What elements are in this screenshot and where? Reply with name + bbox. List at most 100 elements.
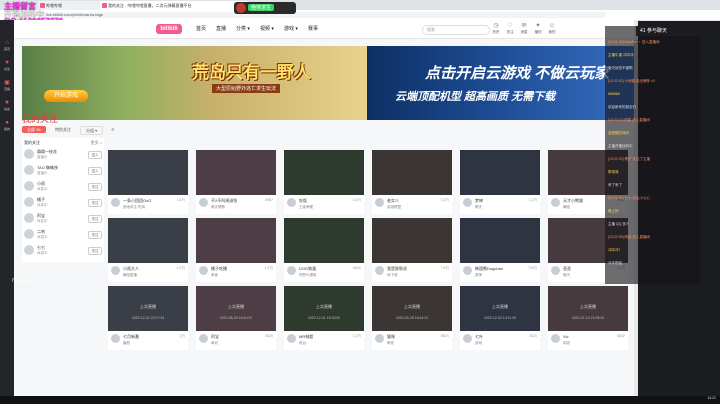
follow-action-button[interactable]: 关注 <box>88 247 102 255</box>
streamer-name[interactable]: 七月新番 <box>123 334 139 340</box>
avatar[interactable] <box>463 266 472 275</box>
start-game-button[interactable]: 开始游戏 <box>44 90 88 102</box>
settings-icon[interactable]: ⚙ <box>106 126 120 133</box>
live-thumbnail[interactable] <box>196 218 276 263</box>
nav-link-category[interactable]: 分类 ▾ <box>236 25 250 32</box>
streamer-name[interactable]: 天才小熊猫 <box>563 198 583 204</box>
live-card[interactable]: 橘子吃播 1.1万 美食 <box>196 218 276 282</box>
live-thumbnail[interactable]: 上次直播 2020-09-28 18:44:21 <box>372 286 452 331</box>
live-thumbnail[interactable] <box>284 218 364 263</box>
nav-link-video[interactable]: 视频 ▾ <box>260 25 274 32</box>
nav-follow[interactable]: ♡ 关注 <box>504 23 516 35</box>
avatar[interactable] <box>551 266 560 275</box>
rail-item-follow[interactable]: ♥ 关注 <box>1 60 13 74</box>
follow-list-more[interactable]: 更多 > <box>91 140 102 146</box>
browser-tab-active[interactable]: 我的关注 - 哔哩哔哩直播，二次元弹幕直播平台 <box>100 1 248 10</box>
avatar[interactable] <box>287 266 296 275</box>
follow-item[interactable]: 小雨 休息中 关注 <box>24 180 102 194</box>
nav-link-esports[interactable]: 赛事 <box>308 25 318 32</box>
live-card[interactable]: 一条小团团OvO 1.4万 绝地求生 吃鸡 <box>108 150 188 214</box>
avatar[interactable] <box>199 266 208 275</box>
avatar[interactable] <box>287 198 296 207</box>
banner-survival-game[interactable]: 荒岛只有一野人 大型原始野外逃亡求生玩法 开始游戏 <box>22 46 367 120</box>
avatar[interactable] <box>199 334 208 343</box>
follow-item[interactable]: 璐璐一枝花 直播中 进入 <box>24 148 102 162</box>
live-card[interactable]: 小雨大人 2.2万 舞蹈直播 <box>108 218 188 282</box>
search-input[interactable]: 搜索 <box>422 25 490 35</box>
follow-action-button[interactable]: 进入 <box>88 151 102 159</box>
nav-gift[interactable]: ✦ 福利 <box>532 23 544 35</box>
streamer-name[interactable]: 猫咪 <box>387 334 395 340</box>
live-card[interactable]: 上次直播 2020-09-28 18:44:21 猫咪 8821 萌宠 <box>372 286 452 350</box>
chat-header[interactable]: 41 参与聊天 <box>636 26 704 36</box>
streamer-name[interactable]: 阿宝 <box>211 334 219 340</box>
rail-item-me[interactable]: ● 我的 <box>1 120 13 134</box>
live-thumbnail[interactable]: 上次直播 2020-12-01 15:33:52 <box>284 286 364 331</box>
live-thumbnail[interactable] <box>108 218 188 263</box>
live-card[interactable]: 上次直播 2020-12-02 23:27:43 七月新番 1万 番剧 <box>108 286 188 350</box>
streamer-name[interactable]: 一条小团团OvO <box>123 198 151 204</box>
live-card[interactable]: DOG狗蛋 6542 荒野大镖客 <box>284 218 364 282</box>
live-thumbnail[interactable] <box>196 150 276 195</box>
live-card[interactable]: 上次直播 2020-12-01 15:33:52 MR林超 1.2万 电台 <box>284 286 364 350</box>
url-field[interactable]: live.bilibili.com/p/eden/area-tags <box>40 12 606 18</box>
streamer-name[interactable]: 橘子吃播 <box>211 266 227 272</box>
live-card[interactable]: 上次直播 2020-07-19 21:05:42 Vic 6632 网游 <box>548 286 628 350</box>
streamer-name[interactable]: 我是胖胖虎 <box>387 266 407 272</box>
avatar[interactable] <box>375 266 384 275</box>
follow-action-button[interactable]: 关注 <box>88 183 102 191</box>
streamer-name[interactable]: 吃饭 <box>299 198 307 204</box>
live-card[interactable]: 我是胖胖虎 7.8万 地下城 <box>372 218 452 282</box>
follow-action-button[interactable]: 进入 <box>88 167 102 175</box>
streamer-name[interactable]: 韩国熊Dogchan <box>475 266 503 272</box>
follow-item[interactable]: 七七 休息中 关注 <box>24 244 102 258</box>
live-card[interactable]: 不2不叫周淑怡 8957 聊天唱歌 <box>196 150 276 214</box>
bilibili-logo[interactable]: bilibili <box>156 24 182 34</box>
avatar[interactable] <box>463 334 472 343</box>
nav-link-home[interactable]: 首页 <box>196 25 206 32</box>
avatar[interactable] <box>199 198 208 207</box>
follow-action-button[interactable]: 关注 <box>88 215 102 223</box>
live-thumbnail[interactable] <box>460 150 540 195</box>
filter-all[interactable]: 全部 96 <box>22 126 46 133</box>
rail-item-live[interactable]: ▣ 直播 <box>1 80 13 94</box>
streamer-name[interactable]: 梦婷 <box>475 198 483 204</box>
streamer-name[interactable]: 不2不叫周淑怡 <box>211 198 237 204</box>
avatar[interactable] <box>287 334 296 343</box>
live-card[interactable]: 吃饭 4.2万 王者荣耀 <box>284 150 364 214</box>
follow-action-button[interactable]: 关注 <box>88 231 102 239</box>
rail-item-feed[interactable]: ★ 动态 <box>1 100 13 114</box>
live-thumbnail[interactable]: 上次直播 2020-12-02 14:11:09 <box>460 286 540 331</box>
streamer-name[interactable]: Vic <box>563 334 568 339</box>
avatar[interactable] <box>111 198 120 207</box>
live-thumbnail[interactable]: 上次直播 2020-07-19 21:05:42 <box>548 286 628 331</box>
nav-link-live[interactable]: 直播 <box>216 25 226 32</box>
streamer-name[interactable]: DOG狗蛋 <box>299 266 316 272</box>
avatar[interactable] <box>111 334 120 343</box>
follow-item[interactable]: 二哈 休息中 关注 <box>24 228 102 242</box>
nav-message[interactable]: ✉ 消息 <box>518 23 530 35</box>
follow-item[interactable]: 阿宝 休息中 关注 <box>24 212 102 226</box>
avatar[interactable] <box>551 198 560 207</box>
rail-item-home[interactable]: ⌂ 首页 <box>1 40 13 54</box>
streamer-name[interactable]: MR林超 <box>299 334 313 340</box>
streamer-name[interactable]: 老实人 <box>387 198 399 204</box>
live-card[interactable]: 上次直播 2020-08-29 16:49:22 阿宝 5320 单机 <box>196 286 276 350</box>
avatar[interactable] <box>375 198 384 207</box>
banner-cloud-game[interactable]: 点击开启云游戏 不做云玩家 云端顶配机型 超高画质 无需下载 <box>367 46 634 120</box>
follow-action-button[interactable]: 关注 <box>88 199 102 207</box>
streamer-name[interactable]: 七叶 <box>475 334 483 340</box>
streamer-name[interactable]: 歪歪 <box>563 266 571 272</box>
live-thumbnail[interactable] <box>108 150 188 195</box>
live-card[interactable]: 梦婷 1.2万 聊天 <box>460 150 540 214</box>
live-card[interactable]: 韩国熊Dogchan 3.5万 原神 <box>460 218 540 282</box>
follow-item[interactable]: TAO 蜘蛛侠 直播中 进入 <box>24 164 102 178</box>
live-thumbnail[interactable]: 上次直播 2020-12-02 23:27:43 <box>108 286 188 331</box>
avatar[interactable] <box>463 198 472 207</box>
live-card[interactable]: 老实人 3.1万 英雄联盟 <box>372 150 452 214</box>
browser-tab[interactable]: 哔哩哔哩 <box>38 1 106 10</box>
filter-special[interactable]: 特别关注 <box>50 126 76 133</box>
live-thumbnail[interactable] <box>372 150 452 195</box>
avatar[interactable] <box>551 334 560 343</box>
live-thumbnail[interactable] <box>284 150 364 195</box>
